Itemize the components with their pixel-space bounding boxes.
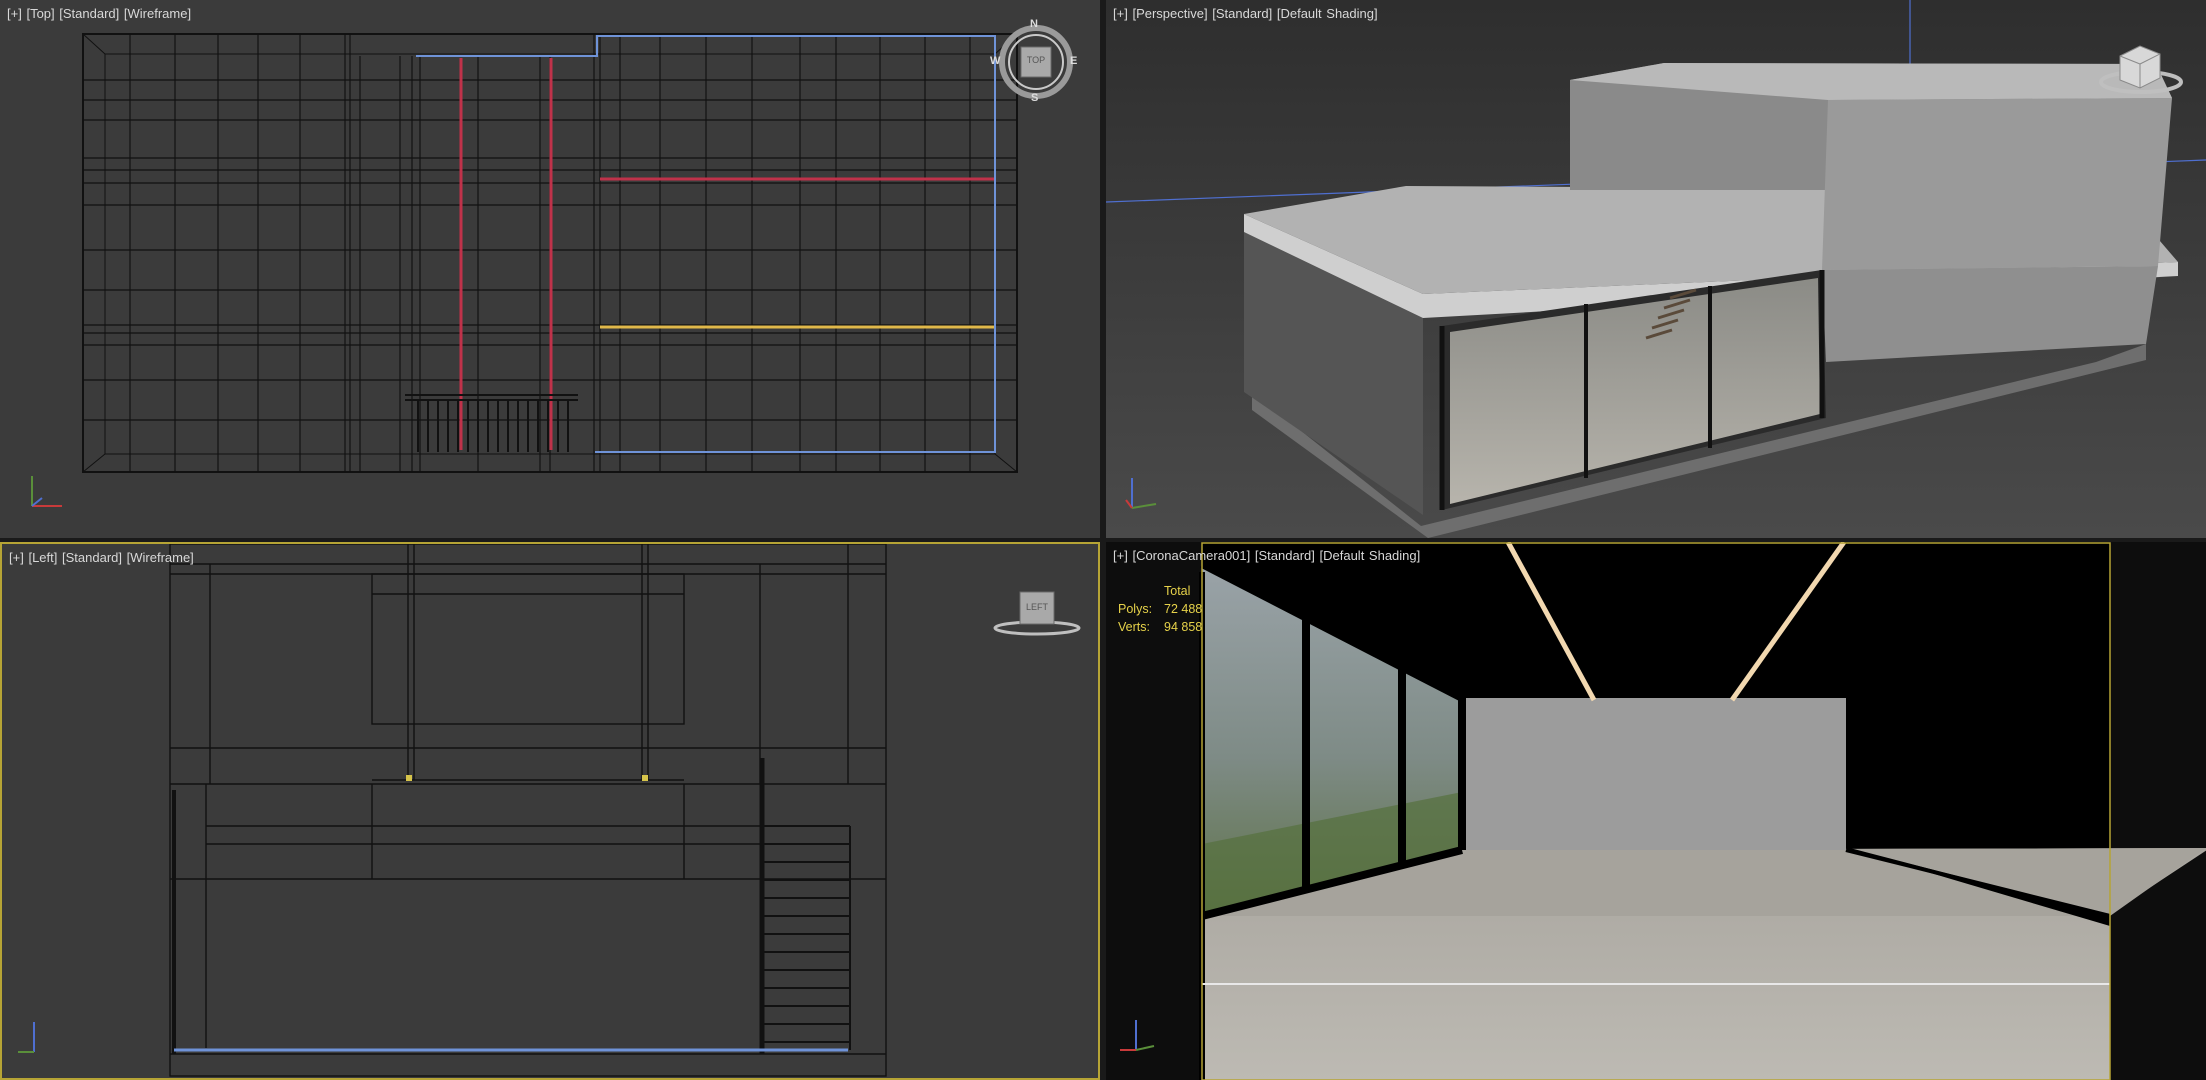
shading-label-button[interactable]: [Wireframe] (127, 550, 194, 565)
view-label-button[interactable]: [Perspective] (1132, 6, 1207, 21)
viewcube-face-label: LEFT (1025, 602, 1048, 612)
stats-polys-row: Polys: 72 488 (1118, 600, 1202, 618)
viewport-perspective-label: [+] [Perspective] [Standard] [Default Sh… (1113, 6, 1378, 21)
shading-label-button[interactable]: [Default Shading] (1320, 548, 1421, 563)
viewport-menu-button[interactable]: [+] (1113, 6, 1128, 21)
viewcube-icon[interactable] (2096, 38, 2186, 98)
shading-label-button[interactable]: [Wireframe] (124, 6, 191, 21)
viewcube-compass[interactable]: TOP N S E W (990, 18, 1078, 104)
compass-south-label: S (1031, 92, 1039, 104)
style-label-button[interactable]: [Standard] (59, 6, 119, 21)
view-label-button[interactable]: [CoronaCamera001] (1132, 548, 1250, 563)
style-label-button[interactable]: [Standard] (1255, 548, 1315, 563)
camera-render-scene (1199, 542, 2206, 1080)
axis-tripod-icon (18, 1022, 35, 1053)
axis-tripod-icon (31, 476, 62, 507)
viewcube-left-icon (993, 591, 1081, 636)
compass-west-label: W (990, 55, 1001, 67)
stats-polys-value: 72 488 (1164, 602, 1203, 616)
viewport-left-label: [+] [Left] [Standard] [Wireframe] (9, 550, 194, 565)
viewport-left[interactable]: [+] [Left] [Standard] [Wireframe] LEFT (0, 542, 1100, 1080)
stats-polys-label: Polys: (1118, 602, 1153, 616)
stats-header: Total (1164, 584, 1191, 598)
view-label-button[interactable]: [Top] (26, 6, 54, 21)
viewport-menu-button[interactable]: [+] (1113, 548, 1128, 563)
style-label-button[interactable]: [Standard] (62, 550, 122, 565)
left-wireframe-scene (169, 544, 887, 1077)
axis-tripod-icon (1125, 478, 1157, 509)
view-label-button[interactable]: [Left] (28, 550, 57, 565)
statistics-overlay: Total Polys: 72 488 Verts: 94 858 (1118, 582, 1202, 636)
style-label-button[interactable]: [Standard] (1212, 6, 1272, 21)
viewcube-icon[interactable]: LEFT (992, 588, 1082, 638)
stats-verts-value: 94 858 (1164, 620, 1203, 634)
viewport-camera-label: [+] [CoronaCamera001] [Standard] [Defaul… (1113, 548, 1420, 563)
viewport-top-label: [+] [Top] [Standard] [Wireframe] (7, 6, 191, 21)
compass-north-label: N (1030, 18, 1038, 30)
stats-verts-label: Verts: (1118, 620, 1150, 634)
axis-tripod-icon (1120, 1020, 1155, 1051)
viewport-menu-button[interactable]: [+] (9, 550, 24, 565)
viewport-perspective[interactable]: [+] [Perspective] [Standard] [Default Sh… (1106, 0, 2206, 538)
viewcube-face-label: TOP (1026, 55, 1046, 65)
top-wireframe-scene (82, 33, 1018, 473)
perspective-scene (1106, 0, 2206, 538)
compass-east-label: E (1070, 55, 1078, 67)
viewcube-ring-icon (2099, 45, 2183, 94)
shading-label-button[interactable]: [Default Shading] (1277, 6, 1378, 21)
viewport-top[interactable]: [+] [Top] [Standard] [Wireframe] TOP N S… (0, 0, 1100, 538)
viewport-camera[interactable]: [+] [CoronaCamera001] [Standard] [Defaul… (1106, 542, 2206, 1080)
stats-verts-row: Verts: 94 858 (1118, 618, 1202, 636)
viewport-menu-button[interactable]: [+] (7, 6, 22, 21)
